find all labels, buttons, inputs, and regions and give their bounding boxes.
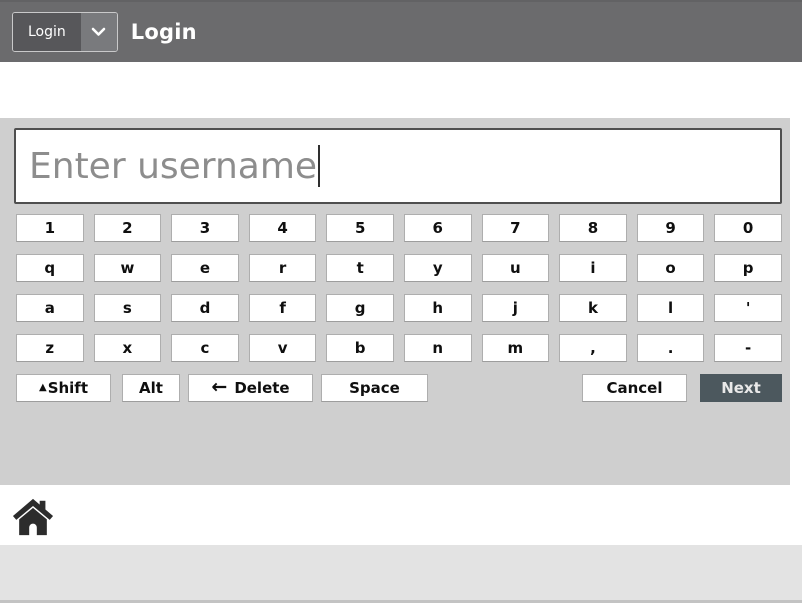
- key-f[interactable]: f: [249, 294, 317, 322]
- key-6[interactable]: 6: [404, 214, 472, 242]
- key-q[interactable]: q: [16, 254, 84, 282]
- cancel-button[interactable]: Cancel: [582, 374, 687, 402]
- key-d[interactable]: d: [171, 294, 239, 322]
- key-e[interactable]: e: [171, 254, 239, 282]
- top-bar: Login Login: [0, 0, 802, 62]
- login-screen: Login Login Enter username 1234567890 qwe…: [0, 0, 802, 603]
- key-.[interactable]: .: [637, 334, 705, 362]
- key-u[interactable]: u: [482, 254, 550, 282]
- login-method-dropdown[interactable]: Login: [12, 12, 118, 52]
- home-button[interactable]: [12, 496, 54, 538]
- shift-key[interactable]: ▲ Shift: [16, 374, 111, 402]
- key-i[interactable]: i: [559, 254, 627, 282]
- key-y[interactable]: y: [404, 254, 472, 282]
- keyboard-rows: 1234567890 qwertyuiop asdfghjkl ' zxcvbnm,.-: [16, 214, 782, 374]
- key-l[interactable]: l: [637, 294, 705, 322]
- key-8[interactable]: 8: [559, 214, 627, 242]
- home-icon: [12, 523, 54, 542]
- alt-key-label: Alt: [139, 379, 163, 397]
- key-n[interactable]: n: [404, 334, 472, 362]
- space-key[interactable]: Space: [321, 374, 428, 402]
- next-button[interactable]: Next: [700, 374, 782, 402]
- shift-up-icon: ▲: [39, 382, 47, 393]
- key-r[interactable]: r: [249, 254, 317, 282]
- key-g[interactable]: g: [326, 294, 394, 322]
- key-a[interactable]: a: [16, 294, 84, 322]
- key-2[interactable]: 2: [94, 214, 162, 242]
- key-v[interactable]: v: [249, 334, 317, 362]
- key-5[interactable]: 5: [326, 214, 394, 242]
- keyboard-row: zxcvbnm,.-: [16, 334, 782, 362]
- cancel-button-label: Cancel: [606, 379, 662, 397]
- alt-key[interactable]: Alt: [122, 374, 180, 402]
- key-0[interactable]: 0: [714, 214, 782, 242]
- key-p[interactable]: p: [714, 254, 782, 282]
- shift-key-label: Shift: [48, 379, 88, 397]
- key-b[interactable]: b: [326, 334, 394, 362]
- key-s[interactable]: s: [94, 294, 162, 322]
- key-3[interactable]: 3: [171, 214, 239, 242]
- key-7[interactable]: 7: [482, 214, 550, 242]
- keyboard-row: 1234567890: [16, 214, 782, 242]
- key--[interactable]: -: [714, 334, 782, 362]
- key-9[interactable]: 9: [637, 214, 705, 242]
- key-x[interactable]: x: [94, 334, 162, 362]
- keyboard-row: asdfghjkl ': [16, 294, 782, 322]
- delete-key[interactable]: ← Delete: [188, 374, 313, 402]
- backspace-arrow-icon: ←: [211, 376, 227, 398]
- key-w[interactable]: w: [94, 254, 162, 282]
- key-z[interactable]: z: [16, 334, 84, 362]
- key-t[interactable]: t: [326, 254, 394, 282]
- key-c[interactable]: c: [171, 334, 239, 362]
- key-1[interactable]: 1: [16, 214, 84, 242]
- username-input[interactable]: Enter username: [14, 128, 782, 204]
- bottom-status-strip: [0, 545, 802, 603]
- key-4[interactable]: 4: [249, 214, 317, 242]
- chevron-down-icon[interactable]: [81, 13, 117, 51]
- keyboard-modifier-row: ▲ Shift Alt ← Delete Space Cancel Next: [0, 374, 790, 402]
- username-placeholder: Enter username: [29, 146, 317, 187]
- keyboard-row: qwertyuiop: [16, 254, 782, 282]
- page-title: Login: [131, 20, 197, 44]
- key-'[interactable]: ': [714, 294, 782, 322]
- key-,[interactable]: ,: [559, 334, 627, 362]
- text-caret: [318, 145, 320, 187]
- next-button-label: Next: [721, 379, 761, 397]
- keyboard-panel: Enter username 1234567890 qwertyuiop asdfg…: [0, 118, 790, 485]
- space-key-label: Space: [349, 379, 400, 397]
- dropdown-selected-value: Login: [13, 13, 81, 51]
- key-h[interactable]: h: [404, 294, 472, 322]
- key-o[interactable]: o: [637, 254, 705, 282]
- delete-key-label: Delete: [234, 379, 289, 397]
- key-j[interactable]: j: [482, 294, 550, 322]
- key-k[interactable]: k: [559, 294, 627, 322]
- key-m[interactable]: m: [482, 334, 550, 362]
